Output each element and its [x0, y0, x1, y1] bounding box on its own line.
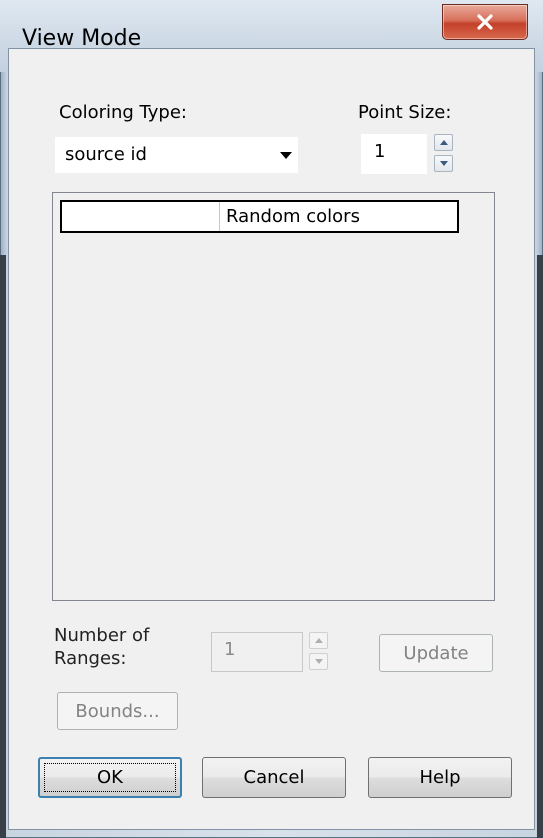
cancel-button[interactable]: Cancel [202, 757, 346, 798]
help-button[interactable]: Help [368, 757, 512, 798]
chevron-down-icon [280, 152, 292, 159]
ranges-input[interactable]: 1 [211, 632, 303, 672]
background-edge-right [537, 255, 543, 838]
chevron-down-icon [314, 659, 323, 664]
ranges-value: 1 [224, 639, 236, 660]
chevron-up-icon [314, 638, 323, 643]
list-item[interactable]: Random colors [60, 200, 459, 233]
point-size-down-button[interactable] [434, 155, 453, 172]
close-button[interactable] [442, 4, 528, 40]
coloring-type-label: Coloring Type: [59, 102, 187, 123]
point-size-input[interactable]: 1 [361, 134, 427, 174]
focus-rect [44, 763, 176, 792]
ok-button[interactable]: OK [38, 757, 182, 798]
chevron-down-icon [439, 161, 448, 166]
color-list[interactable]: Random colors [52, 192, 495, 601]
point-size-value: 1 [374, 141, 386, 162]
bounds-button[interactable]: Bounds... [57, 692, 178, 730]
ranges-up-button[interactable] [309, 632, 328, 649]
coloring-type-dropdown[interactable]: source id [55, 137, 298, 173]
point-size-label: Point Size: [358, 102, 452, 123]
update-button[interactable]: Update [379, 634, 493, 672]
chevron-up-icon [439, 140, 448, 145]
background-edge-left [0, 255, 6, 838]
ranges-down-button[interactable] [309, 653, 328, 670]
coloring-type-value: source id [65, 144, 147, 165]
point-size-up-button[interactable] [434, 134, 453, 151]
close-icon [477, 14, 493, 30]
column-divider [219, 202, 220, 231]
ranges-label-line2: Ranges: [54, 648, 127, 669]
list-item-label: Random colors [226, 206, 360, 227]
ranges-label-line1: Number of [54, 625, 150, 646]
